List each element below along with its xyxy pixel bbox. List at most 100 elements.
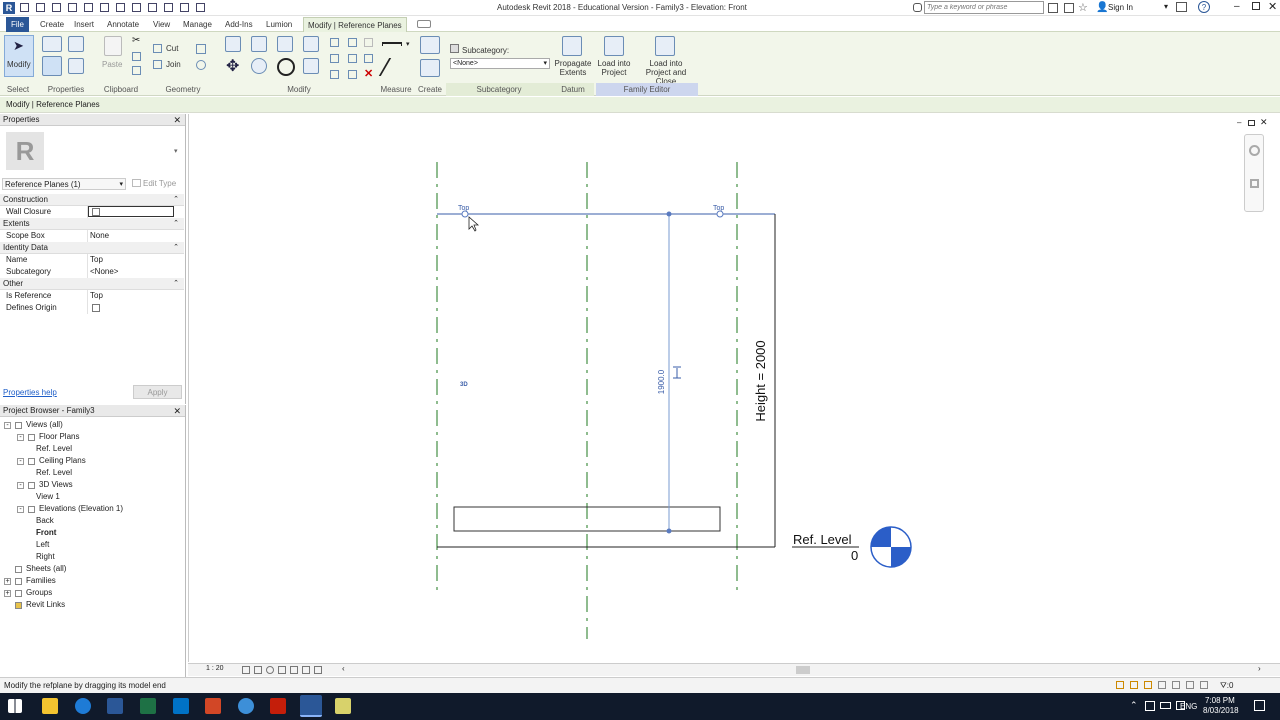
clock-time[interactable]: 7:08 PM	[1205, 696, 1235, 705]
offset-icon[interactable]	[251, 36, 267, 52]
tab-modify-reference-planes[interactable]: Modify | Reference Planes	[303, 17, 407, 32]
propagate-extents-button[interactable]: Propagate Extents	[554, 59, 592, 77]
browser-icon[interactable]	[238, 698, 254, 714]
cut-geometry-icon[interactable]	[153, 44, 162, 53]
expand-toggle[interactable]: +	[4, 590, 11, 597]
trim-extend-icon[interactable]	[303, 58, 319, 74]
windows-start-icon[interactable]	[8, 699, 22, 713]
edge-icon[interactable]	[75, 698, 91, 714]
user-icon[interactable]: 👤	[1096, 2, 1108, 13]
collapse-toggle[interactable]: -	[17, 506, 24, 513]
unpin-icon[interactable]	[348, 54, 357, 63]
properties-icon[interactable]	[42, 56, 62, 76]
property-section[interactable]: Extents ⌃	[0, 218, 184, 230]
browser-item[interactable]: Front	[36, 528, 56, 537]
tab-annotate[interactable]: Annotate	[103, 17, 143, 32]
measure-icon[interactable]	[382, 42, 402, 46]
view-scale[interactable]: 1 : 20	[206, 665, 224, 672]
browser-item[interactable]: Elevations (Elevation 1)	[39, 504, 123, 513]
notes-icon[interactable]	[335, 698, 351, 714]
browser-item[interactable]: Ref. Level	[36, 444, 72, 453]
browser-item[interactable]: Sheets (all)	[26, 564, 66, 573]
selection-settings[interactable]	[1116, 681, 1216, 691]
scale-icon[interactable]	[330, 70, 339, 79]
zoom-icon[interactable]	[1250, 179, 1259, 188]
join-button[interactable]: Join	[166, 60, 181, 69]
property-row[interactable]: Is Reference Top	[0, 290, 184, 302]
property-row[interactable]: Defines Origin	[0, 302, 184, 314]
load-into-project-icon[interactable]	[604, 36, 624, 56]
restore-view-icon[interactable]	[1248, 120, 1255, 126]
horizontal-scrollbar-thumb[interactable]	[796, 666, 810, 674]
collapse-icon[interactable]: ⌃	[173, 242, 179, 254]
browser-item[interactable]: Floor Plans	[39, 432, 79, 441]
property-value[interactable]: Top	[90, 254, 103, 266]
group-select[interactable]: Select	[2, 83, 34, 96]
apply-button[interactable]: Apply	[133, 385, 182, 399]
cut-clipboard-icon[interactable]: ✂	[132, 35, 140, 46]
chevron-up-icon[interactable]: ⌃	[1130, 700, 1138, 711]
help-icon[interactable]: ?	[1198, 1, 1210, 13]
elevation-view[interactable]: Top Top 3D 1900.0 Height = 2000 Ref. Lev…	[189, 114, 1280, 662]
scroll-right-icon[interactable]: ›	[1258, 664, 1261, 673]
type-properties-icon[interactable]	[42, 36, 62, 52]
collapse-toggle[interactable]: -	[17, 482, 24, 489]
drawing-canvas[interactable]: Top Top 3D 1900.0 Height = 2000 Ref. Lev…	[188, 114, 1280, 662]
sign-in-button[interactable]: Sign In	[1108, 3, 1133, 12]
wall-joins-icon[interactable]	[196, 44, 206, 54]
shadows-icon[interactable]	[278, 666, 286, 674]
scroll-left-icon[interactable]: ‹	[342, 664, 345, 673]
acrobat-icon[interactable]	[270, 698, 286, 714]
minimize-button[interactable]: –	[1234, 1, 1240, 12]
collapse-icon[interactable]: ⌃	[173, 194, 179, 206]
split-icon[interactable]	[330, 38, 339, 47]
tab-create[interactable]: Create	[36, 17, 68, 32]
property-row[interactable]: Subcategory <None>	[0, 266, 184, 278]
collapse-icon[interactable]: ⌃	[173, 218, 179, 230]
property-value[interactable]: Top	[90, 290, 103, 302]
properties-help-link[interactable]: Properties help	[3, 388, 57, 397]
reveal-hidden-icon[interactable]	[314, 666, 322, 674]
exchange-icon[interactable]	[1048, 3, 1058, 13]
sun-path-icon[interactable]	[266, 666, 274, 674]
match-properties-icon[interactable]	[132, 66, 141, 75]
load-into-project-button[interactable]: Load into Project	[596, 59, 632, 77]
close-button[interactable]: ✕	[1268, 0, 1277, 13]
favorites-icon[interactable]: ☆	[1078, 1, 1088, 14]
browser-item[interactable]: Revit Links	[26, 600, 65, 609]
filter-icon[interactable]: ⛛:0	[1220, 678, 1233, 694]
clock-date[interactable]: 8/03/2018	[1203, 706, 1239, 715]
pin-icon[interactable]	[348, 38, 357, 47]
propagate-extents-icon[interactable]	[562, 36, 582, 56]
network-icon[interactable]	[1145, 701, 1155, 711]
browser-item[interactable]: Views (all)	[26, 420, 63, 429]
subcategory-select[interactable]: <None> ▾	[450, 58, 550, 69]
edit-type-button[interactable]: Edit Type	[132, 178, 182, 190]
property-value-field[interactable]	[88, 206, 174, 217]
property-section[interactable]: Other ⌃	[0, 278, 184, 290]
notifications-icon[interactable]	[1254, 700, 1265, 711]
property-checkbox[interactable]	[92, 304, 100, 312]
tab-view[interactable]: View	[149, 17, 174, 32]
load-into-project-and-close-button[interactable]: Load into Project and Close	[636, 59, 696, 86]
browser-item[interactable]: 3D Views	[39, 480, 73, 489]
family-types-icon[interactable]	[68, 36, 84, 52]
minimize-view-icon[interactable]: –	[1237, 118, 1241, 127]
property-row[interactable]: Name Top	[0, 254, 184, 266]
close-view-icon[interactable]: ✕	[1260, 117, 1268, 128]
outlook-icon[interactable]	[173, 698, 189, 714]
property-section[interactable]: Identity Data ⌃	[0, 242, 184, 254]
word-icon[interactable]	[107, 698, 123, 714]
measure-dropdown-icon[interactable]: ▾	[406, 40, 410, 48]
tab-manage[interactable]: Manage	[179, 17, 216, 32]
cart-icon[interactable]	[1176, 2, 1187, 12]
property-section[interactable]: Construction ⌃	[0, 194, 184, 206]
close-icon[interactable]: ✕	[173, 114, 181, 126]
language-indicator[interactable]: ENG	[1180, 702, 1197, 711]
ribbon-options-icon[interactable]	[417, 20, 431, 28]
create-group-icon[interactable]	[420, 59, 440, 77]
browser-item[interactable]: Groups	[26, 588, 52, 597]
quick-access-toolbar[interactable]	[20, 3, 330, 13]
mirror-draw-icon[interactable]	[303, 36, 319, 52]
tab-insert[interactable]: Insert	[70, 17, 98, 32]
